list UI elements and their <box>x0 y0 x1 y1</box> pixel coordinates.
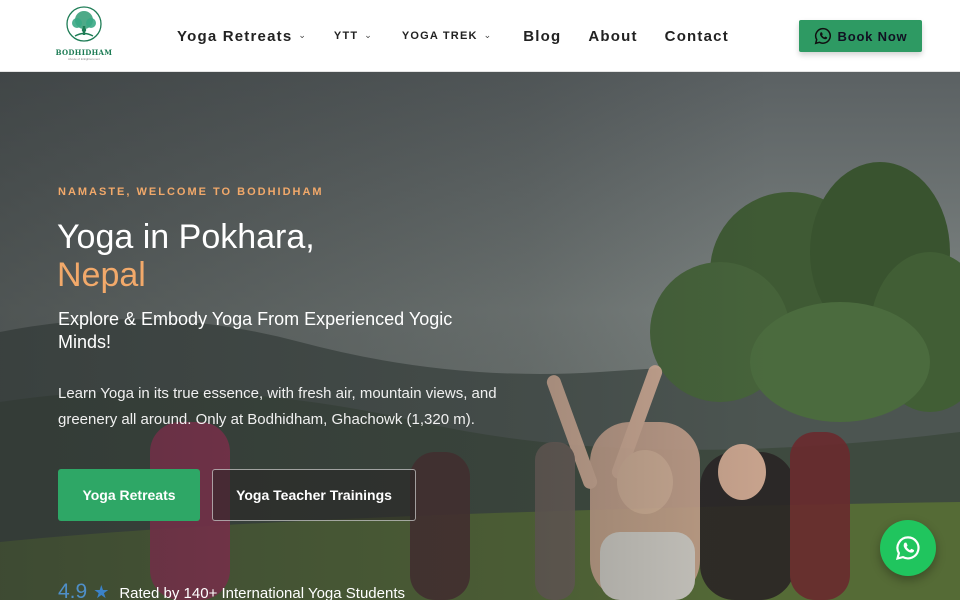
yoga-teacher-trainings-button[interactable]: Yoga Teacher Trainings <box>212 469 416 521</box>
whatsapp-icon <box>895 536 920 561</box>
hero-section: NAMASTE, WELCOME TO BODHIDHAM Yoga in Po… <box>0 72 960 600</box>
book-now-label: Book Now <box>837 28 908 44</box>
brand-name: BODHIDHAM <box>55 48 113 57</box>
brand-tagline: Abode of Enlightenment <box>67 57 101 61</box>
main-nav: Yoga Retreats ⌄ YTT ⌄ YOGA TREK ⌄ Blog A… <box>177 26 729 46</box>
rating-score: 4.9 <box>58 580 88 600</box>
nav-item-contact[interactable]: Contact <box>665 28 729 45</box>
hero-title-accent: Nepal <box>57 256 146 294</box>
chevron-down-icon: ⌄ <box>298 29 306 40</box>
hero-eyebrow: NAMASTE, WELCOME TO BODHIDHAM <box>58 186 324 198</box>
nav-item-blog[interactable]: Blog <box>523 28 561 45</box>
nav-label: Blog <box>523 27 562 45</box>
nav-label: About <box>588 27 638 45</box>
nav-item-ytt[interactable]: YTT ⌄ <box>333 29 372 43</box>
whatsapp-icon <box>814 27 831 45</box>
book-now-button[interactable]: Book Now <box>799 20 922 52</box>
nav-item-yoga-trek[interactable]: YOGA TREK ⌄ <box>401 29 492 43</box>
rating-text: Rated by 140+ International Yoga Student… <box>119 585 405 600</box>
whatsapp-chat-button[interactable] <box>880 520 936 576</box>
hero-description: Learn Yoga in its true essence, with fre… <box>58 385 497 428</box>
nav-label: Yoga Retreats <box>177 27 293 45</box>
hero-title-main: Yoga in Pokhara, <box>57 218 315 256</box>
site-header: BODHIDHAM Abode of Enlightenment Yoga Re… <box>0 0 960 72</box>
chevron-down-icon: ⌄ <box>483 29 492 40</box>
rating-summary: 4.9 ★ Rated by 140+ International Yoga S… <box>58 580 405 600</box>
nav-label: YOGA TREK <box>401 30 478 42</box>
brand-logo[interactable]: BODHIDHAM Abode of Enlightenment <box>56 6 112 64</box>
hero-title: Yoga in Pokhara, Nepal <box>57 218 315 294</box>
nav-label: YTT <box>333 30 359 42</box>
chevron-down-icon: ⌄ <box>364 29 372 40</box>
yoga-retreats-button[interactable]: Yoga Retreats <box>58 469 200 521</box>
hero-subtitle: Explore & Embody Yoga From Experienced Y… <box>58 309 453 352</box>
tree-logo-icon <box>66 6 102 42</box>
nav-label: Contact <box>664 27 729 45</box>
nav-item-about[interactable]: About <box>588 28 637 45</box>
star-icon: ★ <box>93 582 110 600</box>
nav-item-yoga-retreats[interactable]: Yoga Retreats ⌄ <box>177 28 306 45</box>
